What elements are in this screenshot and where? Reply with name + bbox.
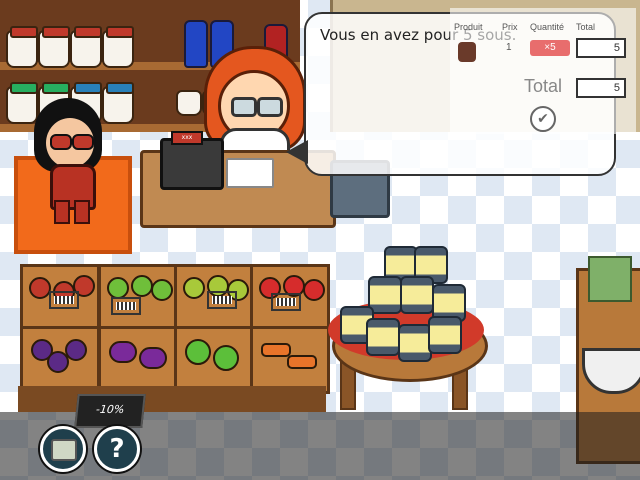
receipt-header-product: Produit <box>454 22 483 32</box>
price-tag <box>111 297 141 315</box>
can[interactable] <box>428 316 462 354</box>
banknote-stack[interactable] <box>588 256 632 302</box>
sunglasses <box>72 134 94 150</box>
register-display: xxx <box>171 131 203 145</box>
crate-lettuce[interactable] <box>174 326 254 394</box>
receipt-row-price: 1 <box>506 42 512 53</box>
sunglasses <box>50 134 72 150</box>
price-tag <box>271 293 301 311</box>
cash-register[interactable]: xxx <box>160 131 224 190</box>
discount-tag: -10% <box>74 394 146 428</box>
crate-pears[interactable] <box>174 264 254 332</box>
crate-tomatoes[interactable] <box>250 264 330 332</box>
player-leg <box>54 200 70 224</box>
jar <box>6 26 38 68</box>
counter-paper <box>226 158 274 188</box>
jar <box>38 26 70 68</box>
product-thumbnail <box>458 42 476 62</box>
player-face <box>44 116 96 170</box>
crate-radishes[interactable] <box>20 264 100 332</box>
jar <box>176 90 202 116</box>
jar <box>70 26 102 68</box>
glasses <box>231 97 257 117</box>
price-tag <box>207 291 237 309</box>
speech-bubble-tail <box>286 140 308 164</box>
crate-carrots[interactable] <box>250 326 330 394</box>
receipt-header-total: Total <box>576 22 596 32</box>
can[interactable] <box>398 324 432 362</box>
receipt-header-quantity: Quantité <box>530 22 565 32</box>
jar <box>102 82 134 124</box>
shop-scene: xxx Vous en avez pour 5 sous. Produit Pr… <box>0 0 640 480</box>
glasses <box>257 97 283 117</box>
crate-eggplants[interactable] <box>98 326 178 394</box>
help-button[interactable]: ? <box>94 426 140 472</box>
coins-icon <box>51 439 77 461</box>
jar <box>102 26 134 68</box>
receipt-header-price: Prix <box>502 22 518 32</box>
price-tag <box>49 291 79 309</box>
can[interactable] <box>366 318 400 356</box>
coins-button[interactable] <box>40 426 86 472</box>
total-field[interactable]: 5 <box>576 78 626 98</box>
crate-apples[interactable] <box>98 264 178 332</box>
bottle <box>184 20 208 68</box>
crate-stand <box>18 386 326 412</box>
total-label: Total <box>524 76 563 96</box>
player-leg <box>74 200 90 224</box>
can[interactable] <box>400 276 434 314</box>
row-total-field[interactable]: 5 <box>576 38 626 58</box>
crate-grapes[interactable] <box>20 326 100 394</box>
confirm-check-button[interactable]: ✔ <box>530 106 556 132</box>
quantity-badge: ×5 <box>530 40 570 56</box>
jar <box>6 82 38 124</box>
